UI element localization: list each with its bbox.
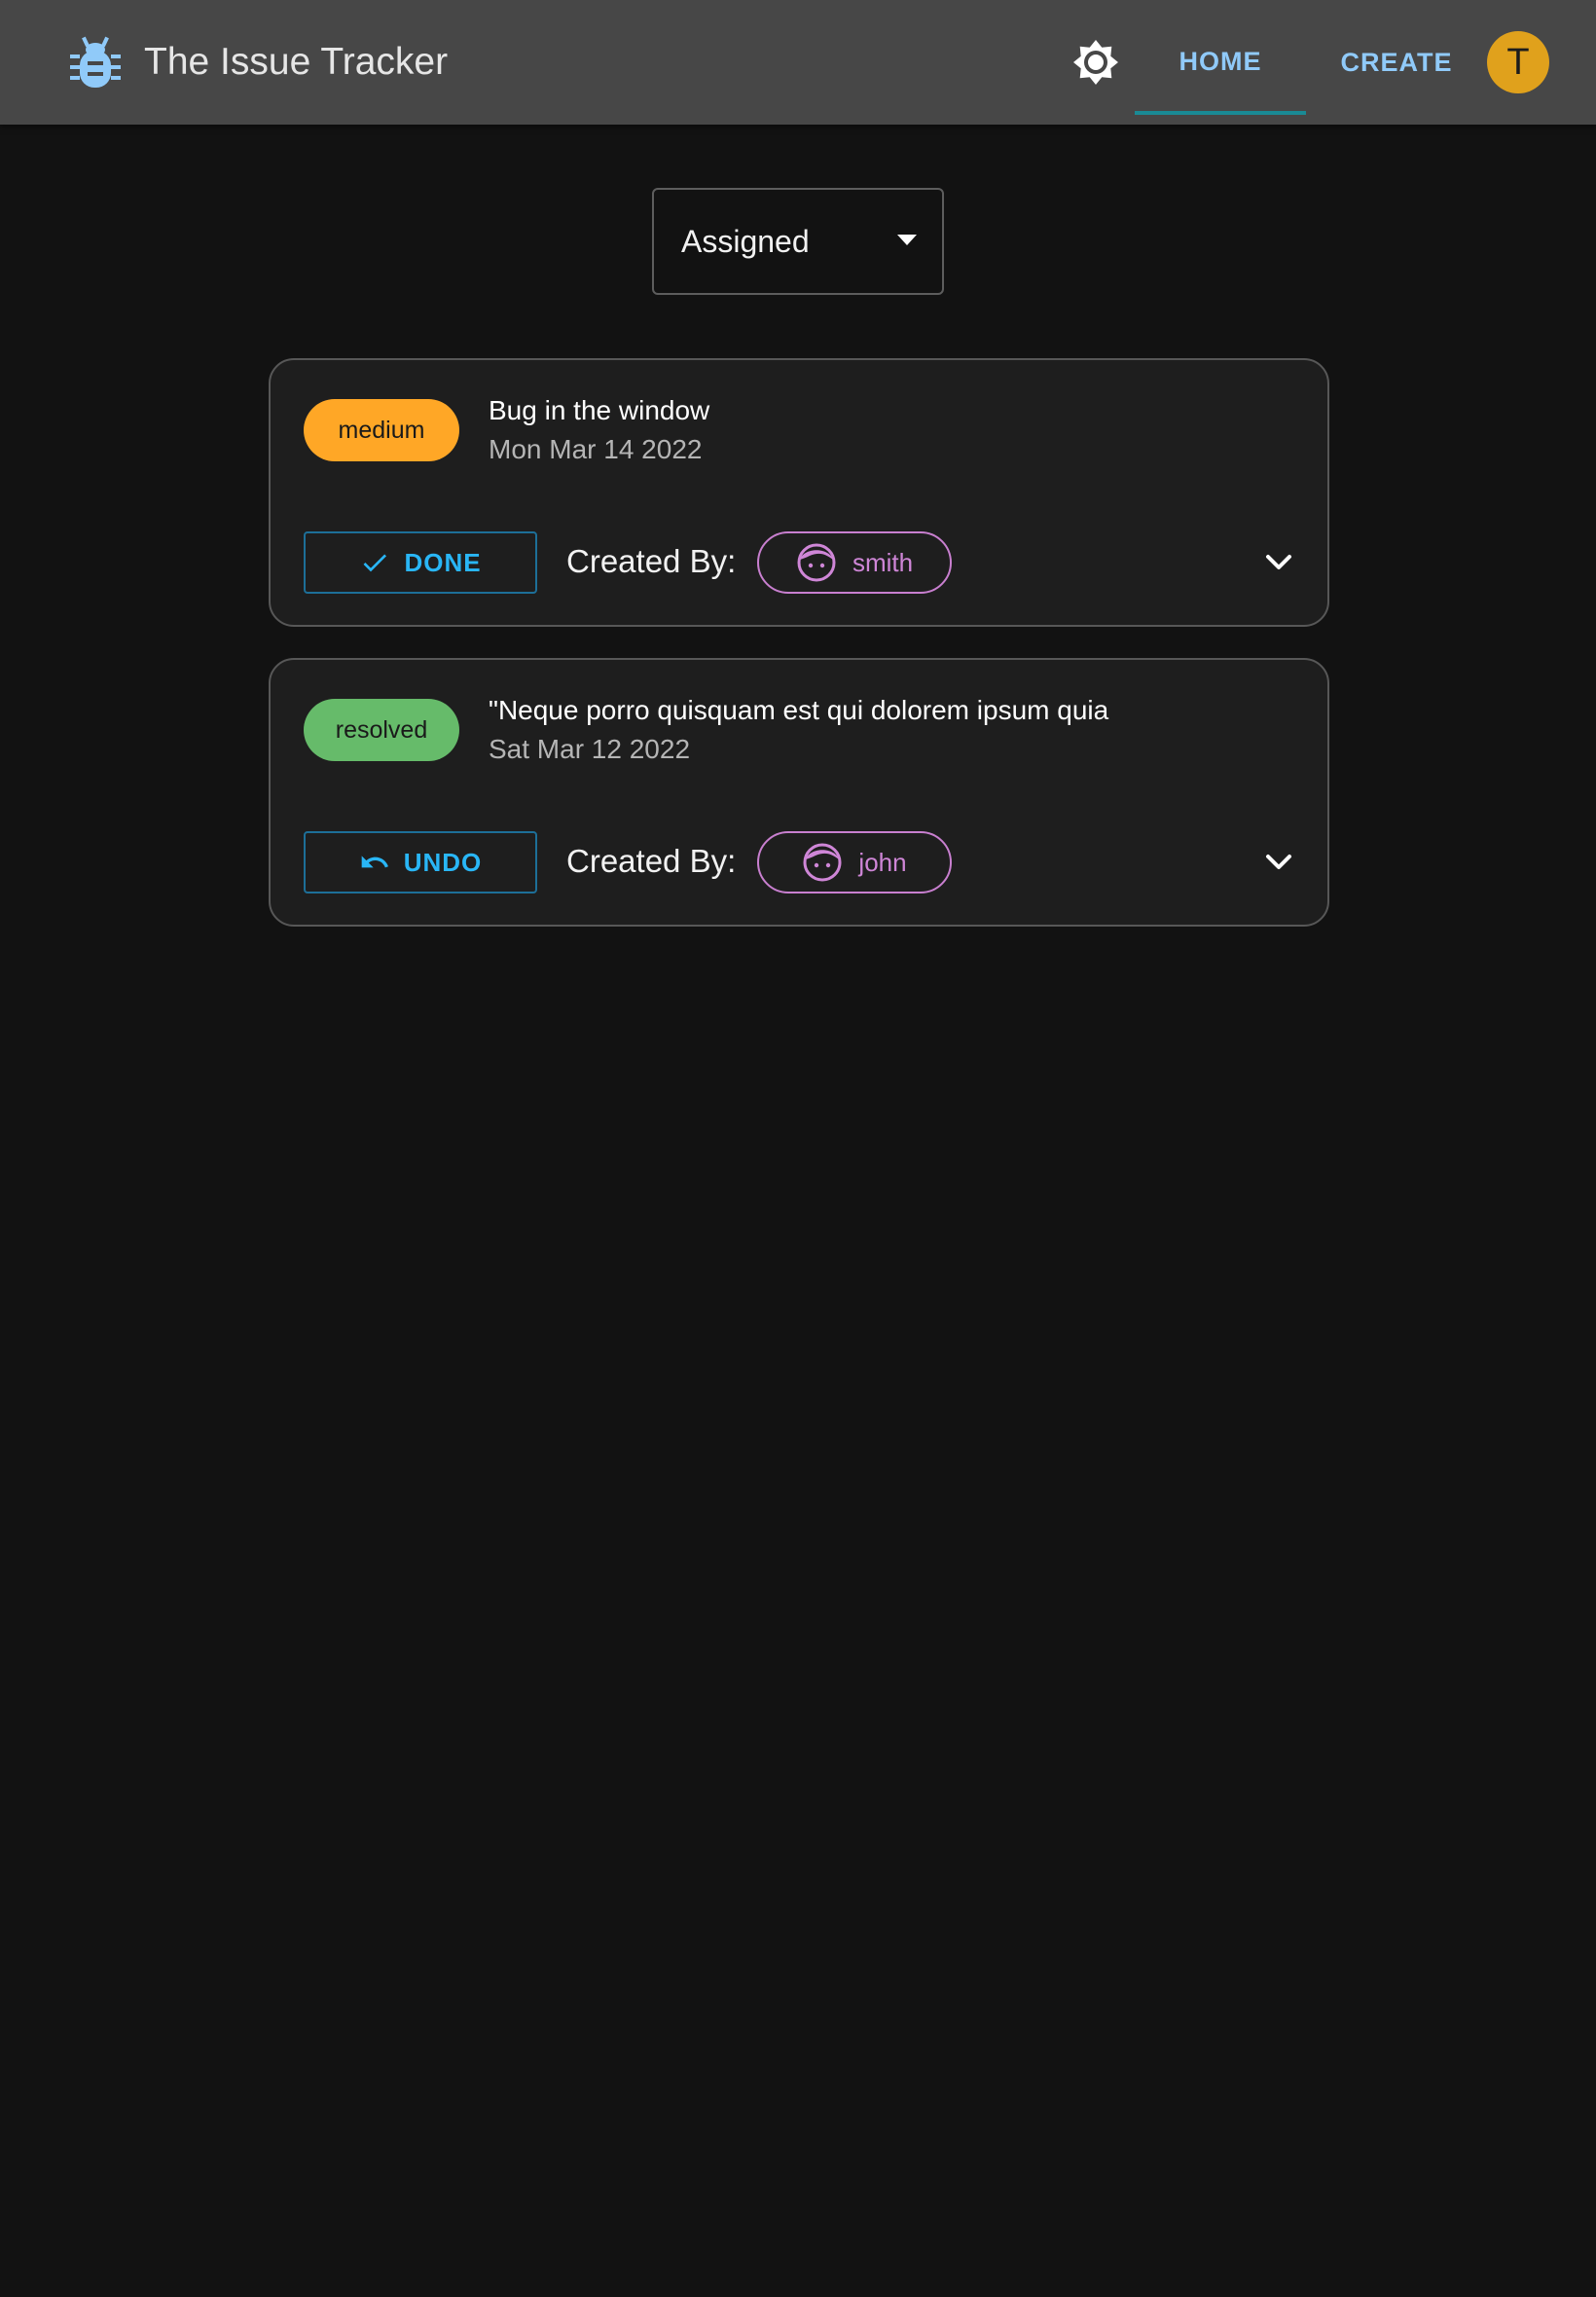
- undo-button[interactable]: UNDO: [304, 831, 537, 893]
- user-avatar[interactable]: T: [1487, 31, 1549, 93]
- tab-create-label: CREATE: [1340, 47, 1453, 77]
- creator-name: smith: [852, 547, 914, 577]
- brightness-icon[interactable]: [1072, 39, 1119, 86]
- creator-name: john: [858, 847, 907, 877]
- tab-home[interactable]: HOME: [1135, 0, 1306, 125]
- app-bar: The Issue Tracker HOME CREATE T: [0, 0, 1596, 125]
- priority-chip: resolved: [304, 699, 459, 761]
- issue-card: medium Bug in the window Mon Mar 14 2022…: [269, 358, 1329, 627]
- done-button[interactable]: DONE: [304, 531, 537, 594]
- issue-filter-select[interactable]: Assigned: [652, 188, 944, 295]
- undo-icon: [361, 856, 388, 868]
- undo-button-label: UNDO: [403, 847, 483, 877]
- chevron-down-icon[interactable]: [1259, 843, 1298, 882]
- created-by-label: Created By:: [566, 543, 737, 579]
- brand[interactable]: The Issue Tracker: [70, 33, 448, 91]
- active-tab-indicator: [1135, 111, 1306, 115]
- issue-title: Bug in the window: [489, 395, 710, 425]
- tab-create[interactable]: CREATE: [1322, 0, 1471, 125]
- issue-card: resolved "Neque porro quisquam est qui d…: [269, 658, 1329, 927]
- bug-icon: [70, 36, 121, 88]
- app-title: The Issue Tracker: [144, 41, 449, 83]
- created-by-label: Created By:: [566, 843, 737, 879]
- face-icon: [797, 543, 836, 582]
- chevron-down-icon[interactable]: [1259, 543, 1298, 582]
- done-button-label: DONE: [404, 547, 482, 577]
- issue-date: Mon Mar 14 2022: [489, 434, 703, 464]
- caret-down-icon: [897, 235, 917, 245]
- priority-chip: medium: [304, 399, 459, 461]
- face-icon: [803, 843, 842, 882]
- creator-chip[interactable]: john: [757, 831, 952, 893]
- check-icon: [363, 554, 387, 572]
- filter-selected-value: Assigned: [681, 223, 810, 259]
- creator-chip[interactable]: smith: [757, 531, 952, 594]
- issue-title: "Neque porro quisquam est qui dolorem ip…: [489, 695, 1109, 725]
- issue-date: Sat Mar 12 2022: [489, 734, 691, 764]
- tab-home-label: HOME: [1179, 46, 1262, 76]
